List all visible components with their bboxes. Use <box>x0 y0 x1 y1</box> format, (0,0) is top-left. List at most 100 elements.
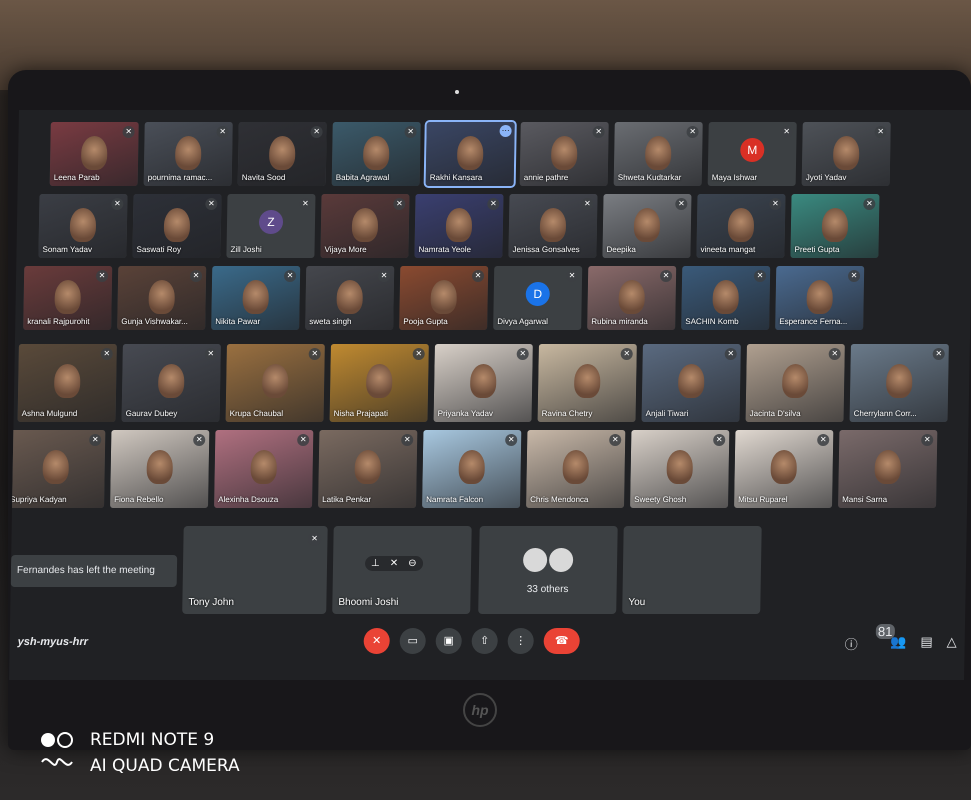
participant-tile[interactable]: ✕ Ravina Chetry <box>537 344 637 422</box>
mute-icon[interactable]: ✕ <box>390 558 399 569</box>
call-controls: ✕ ▭ ▣ ⇧ ⋮ ☎ <box>363 628 580 654</box>
remove-icon[interactable]: ⊖ <box>408 558 417 569</box>
participant-name: Ravina Chetry <box>541 409 593 418</box>
participant-face <box>821 207 849 242</box>
participant-tile[interactable]: ✕ kranali Rajpurohit <box>23 266 113 330</box>
grid-row: ✕ Leena Parab ✕ pournima ramac... ✕ Navita So… <box>49 120 891 188</box>
participant-name: Krupa Chaubal <box>229 409 284 418</box>
participant-tile[interactable]: ✕ Latika Penkar <box>318 430 418 508</box>
camera-toggle-button[interactable]: ▭ <box>399 628 426 654</box>
participant-tile[interactable]: ✕ Namrata Falcon <box>422 430 522 508</box>
participant-tile[interactable]: Z ✕ Zill Joshi <box>226 194 316 258</box>
pin-icon[interactable]: ⊥ <box>371 558 380 569</box>
participant-face <box>806 279 834 314</box>
participant-tile[interactable]: ✕ Jyoti Yadav <box>801 122 891 186</box>
participant-tile[interactable]: ✕ Krupa Chaubal <box>225 344 325 422</box>
participant-tile[interactable]: ✕ vineeta mangat <box>696 194 786 258</box>
participant-name: Leena Parab <box>53 173 100 182</box>
participant-name: Esperance Ferna... <box>779 317 848 326</box>
participant-name: Alexinha Dsouza <box>218 495 279 504</box>
leave-toast: Fernandes has left the meeting <box>10 555 178 587</box>
participant-name: Pooja Gupta <box>403 317 448 326</box>
participant-tile[interactable]: ✕ annie pathre <box>519 122 609 186</box>
participant-tile[interactable]: ✕ Rubina miranda <box>587 266 677 330</box>
participant-tile[interactable]: ✕ Saswati Roy <box>132 194 222 258</box>
participant-face <box>469 364 497 399</box>
participant-name: Rubina miranda <box>591 317 648 326</box>
tile-bhoomi[interactable]: ⊥ ✕ ⊖ Bhoomi Joshi <box>332 526 472 614</box>
participant-name: Preeti Gupta <box>794 245 840 254</box>
participant-tile[interactable]: ✕ pournima ramac... <box>143 122 233 186</box>
participant-face <box>562 450 590 485</box>
tile-tony[interactable]: ✕ Tony John <box>182 526 328 614</box>
participant-tile[interactable]: ✕ Shweta Kudtarkar <box>613 122 703 186</box>
participant-tile[interactable]: ✕ Chris Mendonca <box>526 430 626 508</box>
tile-self[interactable]: You <box>622 526 762 614</box>
participant-tile[interactable]: ✕ SACHIN Komb <box>681 266 771 330</box>
participant-face <box>430 279 458 314</box>
participant-name: Zill Joshi <box>230 245 262 254</box>
participant-tile[interactable]: ✕ Namrata Yeole <box>414 194 504 258</box>
participant-tile[interactable]: ⋯ Rakhi Kansara <box>423 120 517 188</box>
participant-tile[interactable]: ✕ Gunja Vishwakar... <box>117 266 207 330</box>
hp-logo: hp <box>463 693 497 727</box>
chat-icon[interactable]: ▤ <box>920 634 933 653</box>
meeting-code: ysh-myus-hrr <box>17 636 89 648</box>
participant-tile[interactable]: ✕ Deepika <box>602 194 692 258</box>
participant-name: Vijaya More <box>324 245 367 254</box>
participant-tile[interactable]: ✕ Navita Sood <box>237 122 327 186</box>
info-icon[interactable]: ⓘ <box>845 634 858 653</box>
participant-tile[interactable]: ✕ Jenissa Gonsalves <box>508 194 598 258</box>
participant-name: Saswati Roy <box>136 245 182 254</box>
participant-face <box>336 279 364 314</box>
tile-others[interactable]: 33 others <box>478 526 618 614</box>
participant-name: kranali Rajpurohit <box>27 317 90 326</box>
participant-tile[interactable]: ✕ Priyanka Yadav <box>433 344 533 422</box>
participant-tile[interactable]: ✕ Fiona Rebello <box>110 430 210 508</box>
participant-tile[interactable]: ✕ Supriya Kadyan <box>9 430 106 508</box>
participant-tile[interactable]: ✕ Gaurav Dubey <box>121 344 221 422</box>
leave-call-button[interactable]: ☎ <box>543 628 580 654</box>
watermark-line2: AI QUAD CAMERA <box>90 756 240 776</box>
participant-face <box>80 135 108 170</box>
participant-tile[interactable]: ✕ Mansi Sarna <box>838 430 938 508</box>
participant-tile[interactable]: ✕ Pooja Gupta <box>399 266 489 330</box>
others-count: 33 others <box>526 584 569 595</box>
camera-logo-icon <box>41 732 73 766</box>
participant-tile[interactable]: ✕ Nikita Pawar <box>211 266 301 330</box>
participant-name: Sweety Ghosh <box>634 495 687 504</box>
participant-tile[interactable]: ✕ Cherrylann Corr... <box>849 344 949 422</box>
participant-tile[interactable]: ✕ Mitsu Ruparel <box>734 430 834 508</box>
activities-icon[interactable]: △ <box>946 634 957 653</box>
participant-tile[interactable]: D ✕ Divya Agarwal <box>493 266 583 330</box>
participant-face <box>618 279 646 314</box>
participant-tile[interactable]: ✕ Ashna Mulgund <box>17 344 117 422</box>
participant-tile[interactable]: ✕ Preeti Gupta <box>790 194 880 258</box>
people-icon[interactable]: 81👥 <box>872 624 907 653</box>
avatar: Z <box>258 210 284 235</box>
participant-tile[interactable]: ✕ Nisha Prajapati <box>329 344 429 422</box>
participant-face <box>354 450 382 485</box>
avatar <box>548 548 574 572</box>
avatar: M <box>740 138 765 163</box>
participant-tile[interactable]: ✕ Jacinta D'silva <box>745 344 845 422</box>
participant-face <box>539 207 567 242</box>
participant-face <box>633 207 661 242</box>
participant-tile[interactable]: ✕ Leena Parab <box>49 122 139 186</box>
present-button[interactable]: ⇧ <box>471 628 498 654</box>
participant-name: Latika Penkar <box>322 495 372 504</box>
more-options-button[interactable]: ⋮ <box>507 628 534 654</box>
participant-tile[interactable]: ✕ sweta singh <box>305 266 395 330</box>
participant-tile[interactable]: ✕ Sonam Yadav <box>38 194 128 258</box>
participant-face <box>250 450 278 485</box>
side-panel-buttons: ⓘ 81👥 ▤ △ <box>845 624 957 653</box>
participant-tile[interactable]: ✕ Babita Agrawal <box>331 122 421 186</box>
participant-tile[interactable]: ✕ Anjali Tiwari <box>641 344 741 422</box>
participant-tile[interactable]: ✕ Alexinha Dsouza <box>214 430 314 508</box>
captions-button[interactable]: ▣ <box>435 628 462 654</box>
participant-tile[interactable]: M ✕ Maya Ishwar <box>707 122 797 186</box>
mic-toggle-button[interactable]: ✕ <box>363 628 390 654</box>
participant-tile[interactable]: ✕ Sweety Ghosh <box>630 430 730 508</box>
participant-tile[interactable]: ✕ Vijaya More <box>320 194 410 258</box>
participant-tile[interactable]: ✕ Esperance Ferna... <box>775 266 865 330</box>
